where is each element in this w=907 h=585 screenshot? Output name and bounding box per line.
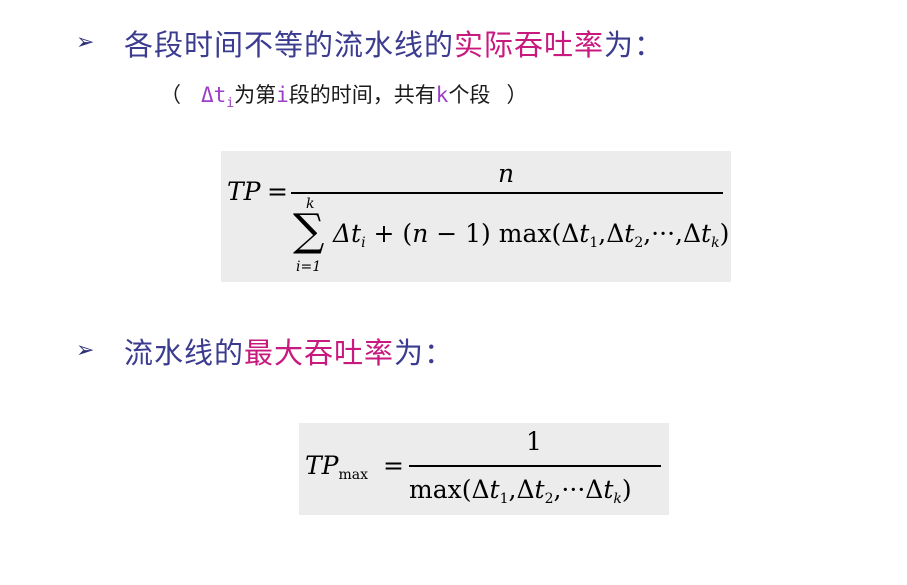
heading-tail: 为： bbox=[604, 28, 665, 62]
formula1-max: − 1) max(Δ bbox=[428, 219, 580, 248]
formula2-subk: k bbox=[613, 491, 622, 507]
heading-max-throughput: ➢ 流水线的 最大吞吐率 为： bbox=[76, 330, 454, 372]
formula-max-throughput: TPmax = 1 max(Δt1,Δt2,···Δtk) bbox=[299, 423, 669, 515]
arrow-bullet-icon: ➢ bbox=[76, 337, 96, 363]
formula1-fraction-line bbox=[291, 192, 723, 194]
formula2-close: ) bbox=[621, 475, 632, 504]
formula1-t1: t bbox=[579, 219, 590, 248]
formula1-sum-lower: i=1 bbox=[296, 259, 322, 275]
formula2-dots: ,···Δ bbox=[553, 475, 604, 504]
heading-tail: 为： bbox=[394, 336, 455, 370]
formula1-plus: + ( bbox=[365, 219, 413, 248]
note-open-paren: （ bbox=[160, 83, 181, 107]
formula1-sub2: 2 bbox=[634, 235, 644, 251]
formula-actual-throughput: TP = n k ∑ i=1 Δti + (n − 1) max(Δt1,Δt2… bbox=[221, 151, 731, 282]
note-text1: 为第 bbox=[234, 83, 277, 107]
formula2-fraction-line bbox=[409, 465, 661, 467]
formula1-lhs: TP bbox=[227, 177, 261, 206]
heading-highlight: 实际吞吐率 bbox=[454, 28, 605, 62]
heading-highlight: 最大吞吐率 bbox=[244, 336, 395, 370]
formula2-lhs: TPmax bbox=[305, 451, 368, 483]
heading-text: 各段时间不等的流水线的 bbox=[124, 28, 455, 62]
note-text3: 个段 bbox=[448, 83, 491, 107]
formula1-t2: t bbox=[624, 219, 635, 248]
formula1-numerator: n bbox=[497, 159, 515, 188]
formula2-tk: t bbox=[603, 475, 614, 504]
formula2-denominator: max(Δt1,Δt2,···Δtk) bbox=[409, 475, 632, 507]
note-text2: 段的时间，共有 bbox=[288, 83, 436, 107]
formula2-comma1: ,Δ bbox=[508, 475, 535, 504]
formula2-max: max(Δ bbox=[409, 475, 490, 504]
note-k: k bbox=[435, 83, 449, 107]
formula2-lhs-sub: max bbox=[338, 467, 369, 483]
arrow-bullet-icon: ➢ bbox=[76, 29, 96, 55]
formula1-close: ) bbox=[719, 219, 730, 248]
formula2-equals: = bbox=[383, 451, 404, 480]
formula1-equals: = bbox=[267, 177, 288, 206]
formula1-dots: ,···,Δ bbox=[643, 219, 702, 248]
note-close-paren: ） bbox=[506, 83, 528, 107]
formula2-sub1: 1 bbox=[499, 491, 509, 507]
formula1-dt: Δt bbox=[333, 219, 362, 248]
note-sub-i: i bbox=[226, 96, 235, 112]
note-delta-t: Δt bbox=[201, 83, 227, 107]
formula2-t1: t bbox=[489, 475, 500, 504]
formula1-sub1: 1 bbox=[589, 235, 599, 251]
formula1-subk: k bbox=[711, 235, 720, 251]
note-i: i bbox=[276, 83, 289, 107]
formula1-tk: t bbox=[701, 219, 712, 248]
formula2-numerator: 1 bbox=[526, 427, 542, 456]
formula2-t2: t bbox=[534, 475, 545, 504]
definition-note: （Δti为第i段的时间，共有k个段） bbox=[160, 79, 527, 111]
formula1-denominator: Δti + (n − 1) max(Δt1,Δt2,···,Δtk) bbox=[333, 219, 729, 251]
sigma-icon: ∑ bbox=[293, 205, 325, 256]
formula1-n: n bbox=[412, 219, 429, 248]
heading-text: 流水线的 bbox=[124, 336, 245, 370]
heading-actual-throughput: ➢ 各段时间不等的流水线的 实际吞吐率 为： bbox=[76, 22, 664, 64]
formula2-tp: TP bbox=[305, 451, 339, 480]
formula1-comma1: ,Δ bbox=[598, 219, 625, 248]
